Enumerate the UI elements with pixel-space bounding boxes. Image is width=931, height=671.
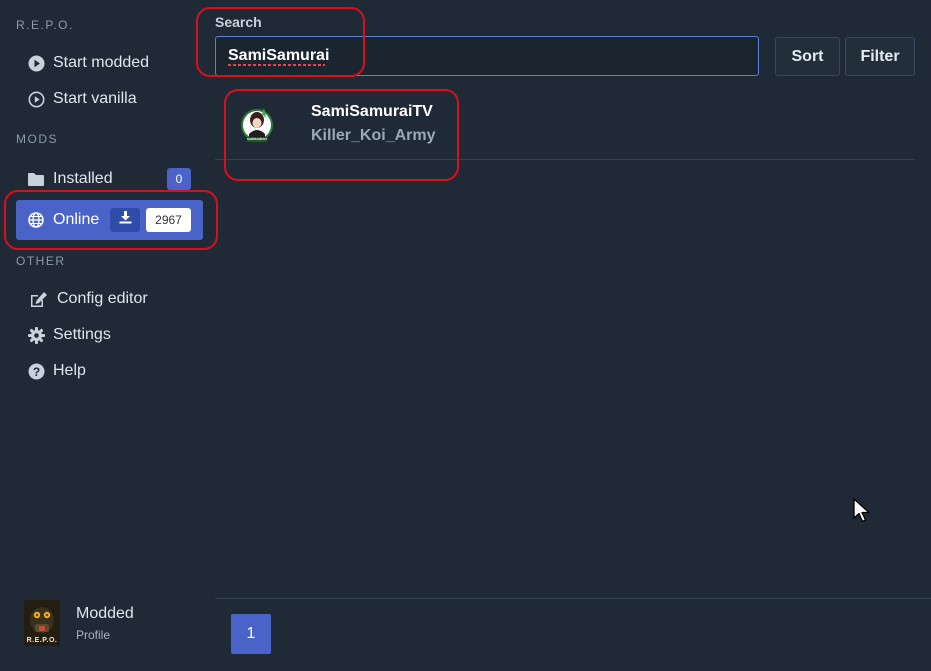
- sidebar-item-settings[interactable]: Settings: [16, 317, 203, 353]
- profile-name: Modded: [76, 604, 134, 622]
- folder-icon: [27, 170, 45, 188]
- help-label: Help: [53, 362, 86, 379]
- settings-label: Settings: [53, 326, 111, 343]
- sidebar: R.E.P.O. Start modded Start vanilla MODS…: [0, 0, 215, 671]
- gear-icon: [27, 326, 45, 344]
- online-label: Online: [53, 211, 100, 228]
- search-input[interactable]: [215, 36, 759, 76]
- start-modded-button[interactable]: Start modded: [16, 45, 203, 81]
- profile-switcher[interactable]: R.E.P.O. Modded Profile: [24, 600, 134, 646]
- profile-subtitle: Profile: [76, 627, 111, 642]
- installed-count-badge: 0: [167, 168, 191, 190]
- globe-icon: [27, 211, 45, 229]
- sort-button[interactable]: Sort: [775, 37, 840, 76]
- search-label: Search: [215, 14, 262, 30]
- app-label: R.E.P.O.: [16, 18, 74, 32]
- installed-label: Installed: [53, 170, 113, 187]
- pagination-divider: [215, 598, 931, 599]
- download-icon: [119, 211, 132, 229]
- mouse-cursor-icon: [853, 498, 873, 529]
- download-button[interactable]: [110, 208, 140, 232]
- mod-thumbnail: SAMISAMURAITV: [239, 104, 275, 144]
- svg-text:?: ?: [32, 364, 39, 378]
- main-panel: Search Sort Filter SAMISAMURAITV SamiSam…: [215, 0, 931, 671]
- play-circle-icon: [27, 54, 45, 72]
- sidebar-item-config-editor[interactable]: Config editor: [16, 281, 203, 317]
- spellcheck-underline: [228, 64, 325, 66]
- play-circle-outline-icon: [27, 90, 45, 108]
- profile-avatar: R.E.P.O.: [24, 600, 60, 646]
- mod-title: SamiSamuraiTV: [311, 103, 433, 120]
- online-count-badge: 2967: [146, 208, 191, 232]
- profile-avatar-text: R.E.P.O.: [26, 637, 58, 644]
- start-vanilla-button[interactable]: Start vanilla: [16, 81, 203, 117]
- mod-author: Killer_Koi_Army: [311, 127, 436, 144]
- filter-button[interactable]: Filter: [845, 37, 915, 76]
- other-section-label: OTHER: [16, 254, 66, 268]
- edit-icon: [27, 290, 49, 308]
- sidebar-item-help[interactable]: ? Help: [16, 353, 203, 389]
- mod-thumbnail-text: SAMISAMURAITV: [247, 137, 267, 141]
- sidebar-item-online[interactable]: Online 2967: [16, 200, 203, 240]
- config-editor-label: Config editor: [57, 290, 148, 307]
- mods-section-label: MODS: [16, 132, 58, 146]
- start-vanilla-label: Start vanilla: [53, 90, 137, 107]
- start-modded-label: Start modded: [53, 54, 150, 71]
- help-circle-icon: ?: [27, 362, 45, 380]
- mod-list-item[interactable]: SAMISAMURAITV SamiSamuraiTV Killer_Koi_A…: [215, 88, 915, 160]
- sidebar-item-installed[interactable]: Installed 0: [16, 161, 203, 197]
- page-button-current[interactable]: 1: [231, 614, 271, 654]
